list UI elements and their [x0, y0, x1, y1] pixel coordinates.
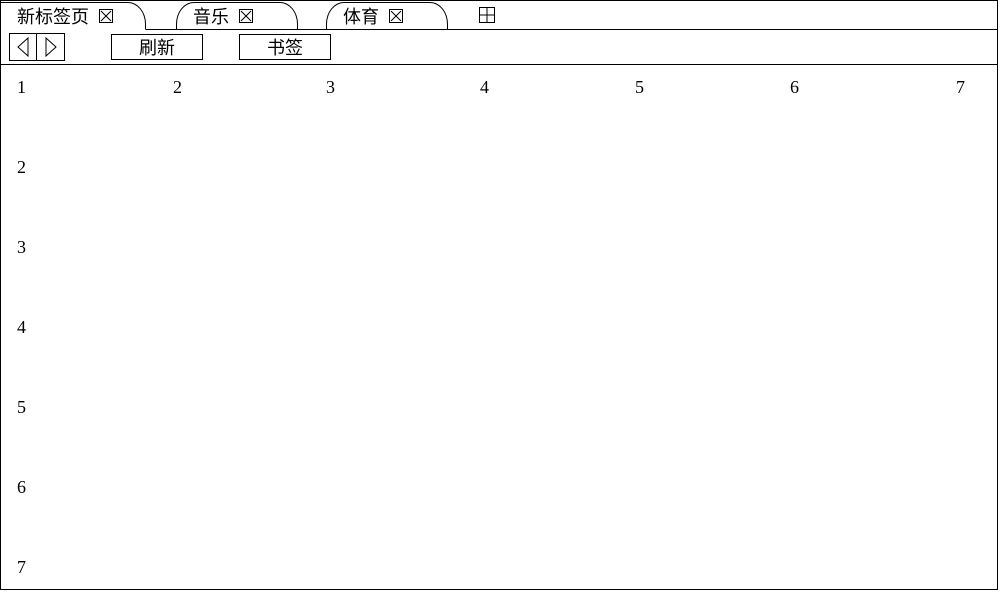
tab-strip: 新标签页 音乐 体育 [1, 1, 997, 30]
column-header: 7 [956, 77, 965, 98]
tab-sports[interactable]: 体育 [326, 2, 448, 30]
refresh-button[interactable]: 刷新 [111, 34, 203, 60]
close-icon[interactable] [239, 9, 253, 23]
column-header: 4 [480, 77, 489, 98]
tab-label: 体育 [343, 3, 389, 29]
column-header: 3 [326, 77, 335, 98]
close-icon[interactable] [389, 9, 403, 23]
column-header: 2 [173, 77, 182, 98]
close-icon[interactable] [99, 9, 113, 23]
bookmark-button[interactable]: 书签 [239, 34, 331, 60]
row-header: 6 [17, 477, 26, 498]
nav-button-group [9, 33, 65, 61]
forward-arrow-icon [44, 37, 58, 57]
row-header: 5 [17, 397, 26, 418]
tab-music[interactable]: 音乐 [176, 2, 298, 30]
column-header: 5 [635, 77, 644, 98]
tab-label: 音乐 [193, 3, 239, 29]
add-tab-icon[interactable] [479, 7, 495, 23]
row-header: 3 [17, 237, 26, 258]
column-header: 1 [17, 77, 26, 98]
tab-label: 新标签页 [17, 3, 99, 29]
row-header: 2 [17, 157, 26, 178]
refresh-label: 刷新 [139, 34, 175, 60]
toolbar: 刷新 书签 [1, 30, 997, 65]
browser-window: 新标签页 音乐 体育 [0, 0, 998, 590]
tab-new[interactable]: 新标签页 [1, 2, 146, 30]
grid-content: 1 2 3 4 5 6 7 2 3 4 5 6 7 [1, 65, 997, 591]
back-arrow-icon [16, 37, 30, 57]
back-button[interactable] [9, 33, 37, 61]
row-header: 4 [17, 317, 26, 338]
bookmark-label: 书签 [267, 34, 303, 60]
forward-button[interactable] [37, 33, 65, 61]
row-header: 7 [17, 557, 26, 578]
column-header: 6 [790, 77, 799, 98]
